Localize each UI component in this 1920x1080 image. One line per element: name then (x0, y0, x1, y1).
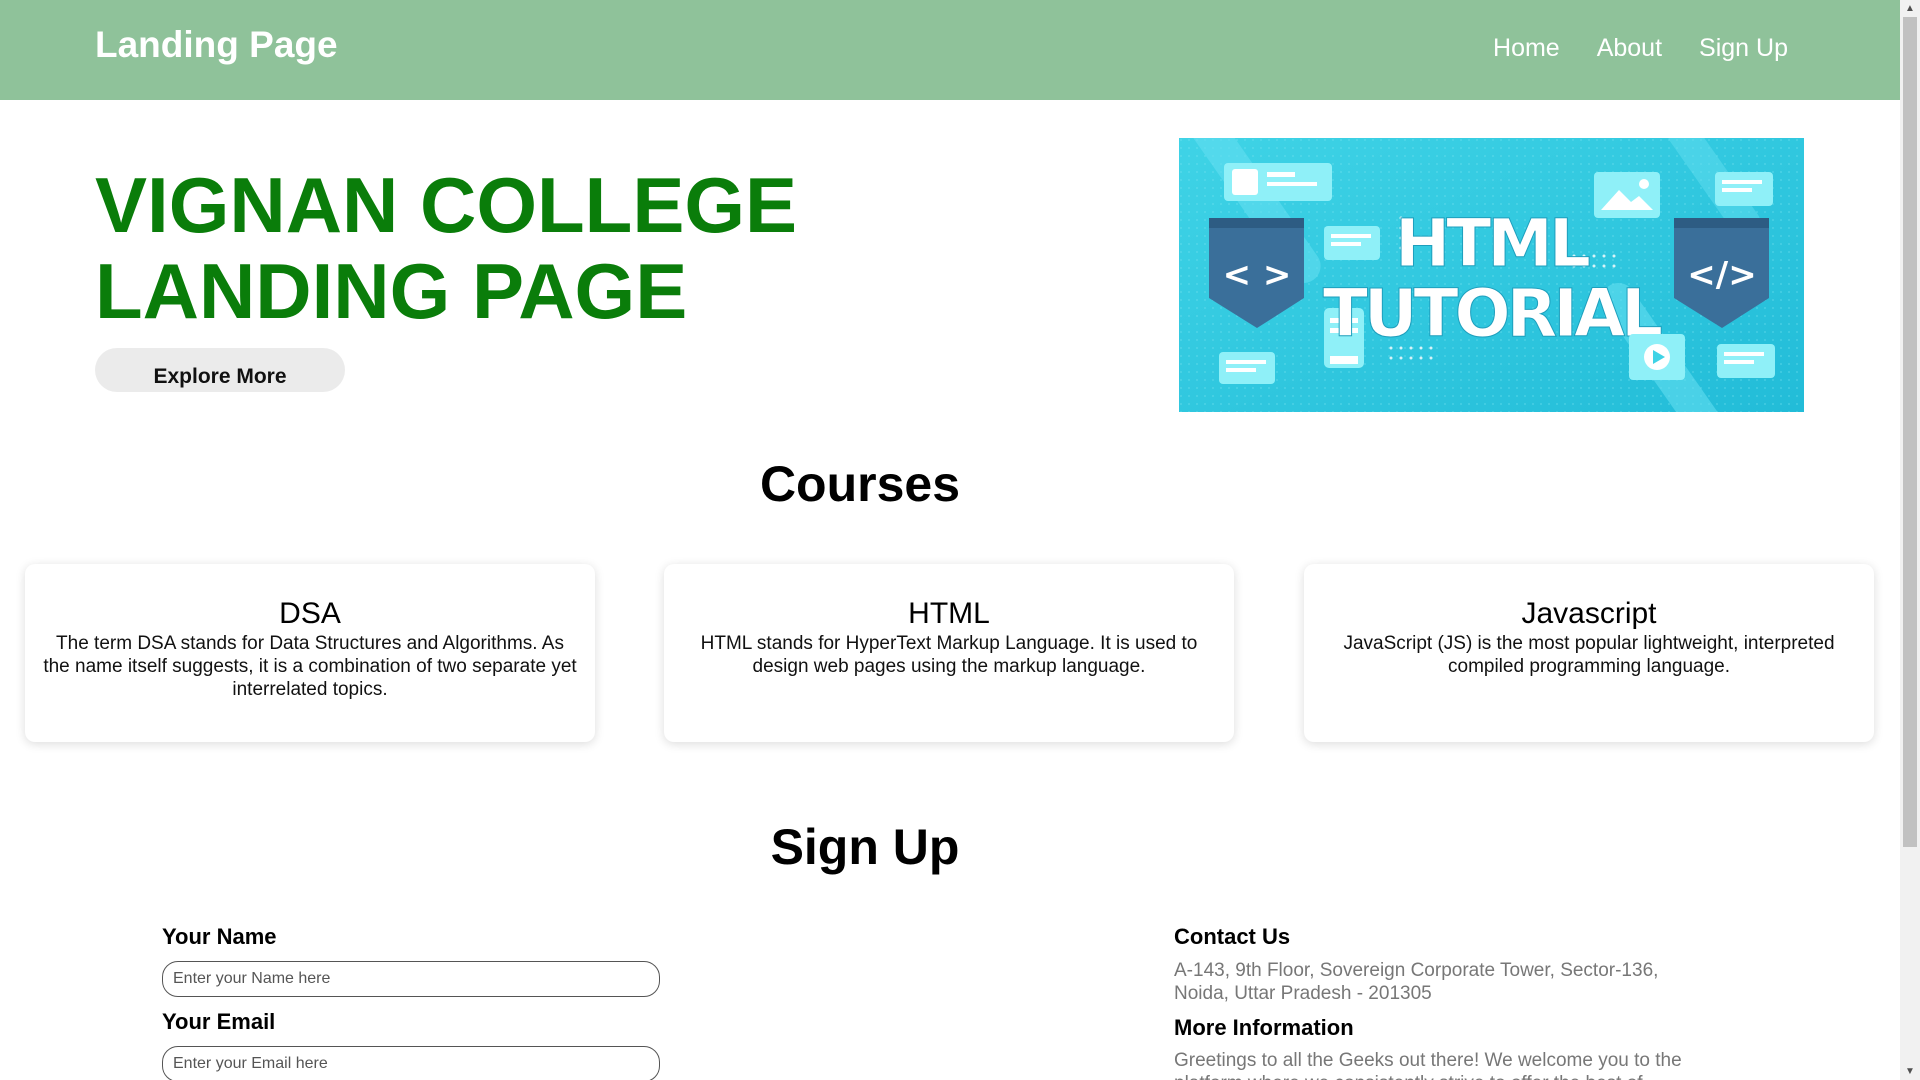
banner-html-text: HTML (1395, 205, 1590, 282)
html-tutorial-banner-image: < > HTML TUTORIAL </> (1179, 138, 1804, 412)
nav-link-about[interactable]: About (1597, 34, 1662, 63)
email-input[interactable] (162, 1046, 660, 1080)
course-description: The term DSA stands for Data Structures … (43, 633, 577, 700)
banner-tutorial-text: TUTORIAL (1323, 275, 1662, 352)
nav-links: Home About Sign Up (1493, 34, 1788, 63)
course-name: DSA (279, 597, 341, 630)
signup-title: Sign Up (770, 819, 960, 875)
landing-page: Landing Page Home About Sign Up VIGNAN C… (0, 0, 1920, 1080)
left-badge-text: < > (1223, 255, 1292, 295)
course-card-javascript: Javascript JavaScript (JS) is the most p… (1304, 564, 1874, 742)
explore-more-button[interactable]: Explore More (95, 348, 345, 392)
nav-link-home[interactable]: Home (1493, 34, 1560, 63)
more-information-heading: More Information (1174, 1015, 1354, 1040)
course-description: JavaScript (JS) is the most popular ligh… (1343, 633, 1835, 677)
banner-graphic: < > HTML TUTORIAL </> (1179, 138, 1804, 412)
course-description: HTML stands for HyperText Markup Languag… (700, 633, 1198, 677)
contact-us-heading: Contact Us (1174, 924, 1291, 949)
course-card-html: HTML HTML stands for HyperText Markup La… (664, 564, 1234, 742)
name-input[interactable] (162, 961, 660, 997)
hero-title-line-1: VIGNAN COLLEGE (95, 161, 798, 249)
course-name: HTML (908, 597, 990, 630)
course-name: Javascript (1521, 597, 1657, 630)
more-information-text: Greetings to all the Geeks out there! We… (1174, 1050, 1682, 1080)
right-badge-text: </> (1687, 255, 1756, 295)
scroll-up-arrow-icon[interactable]: ▲ (1900, 0, 1920, 17)
contact-address: A-143, 9th Floor, Sovereign Corporate To… (1174, 960, 1659, 1004)
hero-title-line-2: LANDING PAGE (95, 247, 688, 335)
nav-link-sign-up[interactable]: Sign Up (1699, 34, 1788, 63)
name-label: Your Name (162, 924, 277, 949)
scroll-down-arrow-icon[interactable]: ▼ (1900, 1063, 1920, 1080)
email-label: Your Email (162, 1009, 276, 1034)
course-card-dsa: DSA The term DSA stands for Data Structu… (25, 564, 595, 742)
scrollbar-thumb[interactable] (1903, 17, 1917, 847)
navbar: Landing Page Home About Sign Up (0, 0, 1900, 100)
courses-title: Courses (759, 456, 961, 512)
page-scrollbar[interactable]: ▲ ▼ (1900, 0, 1920, 1080)
brand-title[interactable]: Landing Page (95, 24, 338, 66)
hero-title: VIGNAN COLLEGE LANDING PAGE (95, 162, 915, 334)
